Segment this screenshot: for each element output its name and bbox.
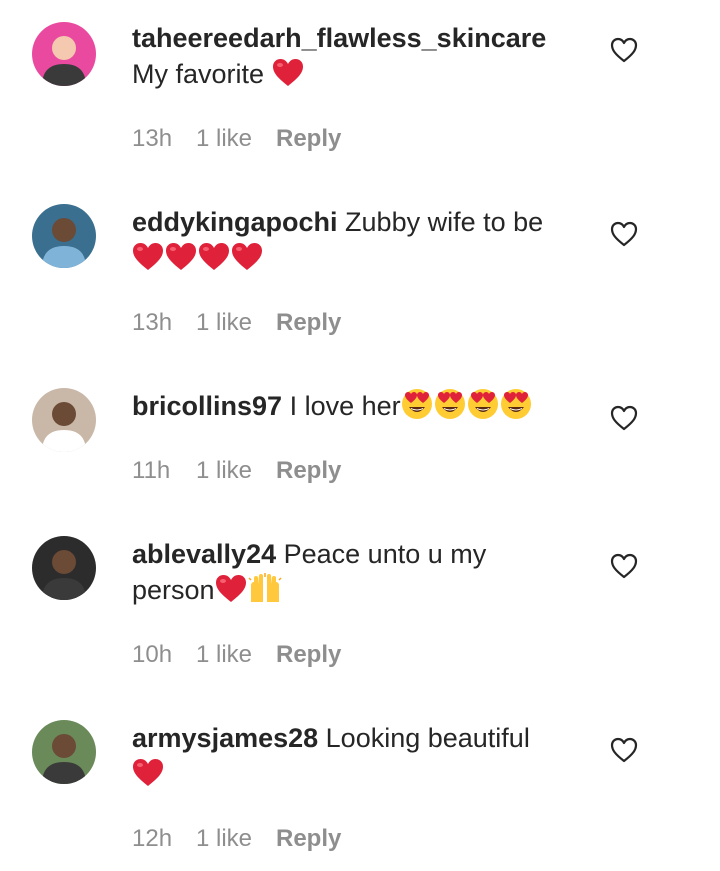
comment-like-count[interactable]: 1 like (196, 457, 276, 485)
avatar[interactable] (32, 720, 96, 784)
comment-text-line (132, 756, 572, 797)
like-heart-icon[interactable] (610, 553, 638, 579)
comment-text-line: bricollins97 I love her (132, 388, 572, 429)
comment-body: Peace unto u my (276, 539, 487, 569)
heart-eyes-emoji (434, 388, 466, 429)
comment-body: Looking beautiful (318, 723, 530, 753)
comment-username[interactable]: ablevally24 (132, 539, 276, 569)
comment-timestamp: 12h (132, 825, 173, 852)
like-heart-icon[interactable] (610, 221, 638, 247)
red-heart-emoji (272, 58, 304, 97)
comment-text-line: My favorite (132, 56, 572, 97)
comment-meta: 10h 1 like Reply (132, 641, 341, 669)
reply-button[interactable]: Reply (276, 457, 341, 485)
comment-meta: 13h 1 like Reply (132, 309, 341, 337)
like-heart-icon[interactable] (610, 37, 638, 63)
comment-timestamp: 11h (132, 457, 171, 484)
comment-timestamp: 10h (132, 641, 173, 668)
comment-text-line: taheereedarh_flawless_skincare (132, 20, 572, 56)
avatar[interactable] (32, 536, 96, 600)
comment-text-line (132, 240, 572, 281)
comment-body: Zubby wife to be (337, 207, 544, 237)
heart-eyes-emoji (401, 388, 433, 429)
comment-username[interactable]: eddykingapochi (132, 207, 338, 237)
red-heart-emoji (165, 242, 197, 281)
like-heart-icon[interactable] (610, 405, 638, 431)
reply-button[interactable]: Reply (276, 125, 341, 153)
comment-text-line: person (132, 572, 572, 613)
avatar[interactable] (32, 204, 96, 268)
reply-button[interactable]: Reply (276, 825, 341, 853)
comment-body-continued: person (132, 575, 215, 605)
avatar[interactable] (32, 388, 96, 452)
comment-username[interactable]: taheereedarh_flawless_skincare (132, 23, 546, 53)
red-heart-emoji (132, 758, 164, 797)
comment-text-line: eddykingapochi Zubby wife to be (132, 204, 572, 240)
comment-meta: 12h 1 like Reply (132, 825, 341, 853)
comment-username[interactable]: armysjames28 (132, 723, 318, 753)
raised-hands-emoji (248, 572, 282, 613)
comment-text-line: armysjames28 Looking beautiful (132, 720, 572, 756)
red-heart-emoji (215, 574, 247, 613)
comment-like-count[interactable]: 1 like (196, 825, 276, 853)
comment-username[interactable]: bricollins97 (132, 391, 282, 421)
red-heart-emoji (231, 242, 263, 281)
comment-meta: 13h 1 like Reply (132, 125, 341, 153)
comment-like-count[interactable]: 1 like (196, 309, 276, 337)
reply-button[interactable]: Reply (276, 641, 341, 669)
comment-body-continued: My favorite (132, 59, 265, 89)
red-heart-emoji (198, 242, 230, 281)
comment-meta: 11h 1 like Reply (132, 457, 341, 485)
comment-like-count[interactable]: 1 like (196, 125, 276, 153)
heart-eyes-emoji (500, 388, 532, 429)
like-heart-icon[interactable] (610, 737, 638, 763)
comment-timestamp: 13h (132, 125, 173, 152)
comment-like-count[interactable]: 1 like (196, 641, 276, 669)
avatar[interactable] (32, 22, 96, 86)
comment-body: I love her (282, 391, 401, 421)
comment-text-line: ablevally24 Peace unto u my (132, 536, 572, 572)
red-heart-emoji (132, 242, 164, 281)
comment-timestamp: 13h (132, 309, 173, 336)
heart-eyes-emoji (467, 388, 499, 429)
reply-button[interactable]: Reply (276, 309, 341, 337)
